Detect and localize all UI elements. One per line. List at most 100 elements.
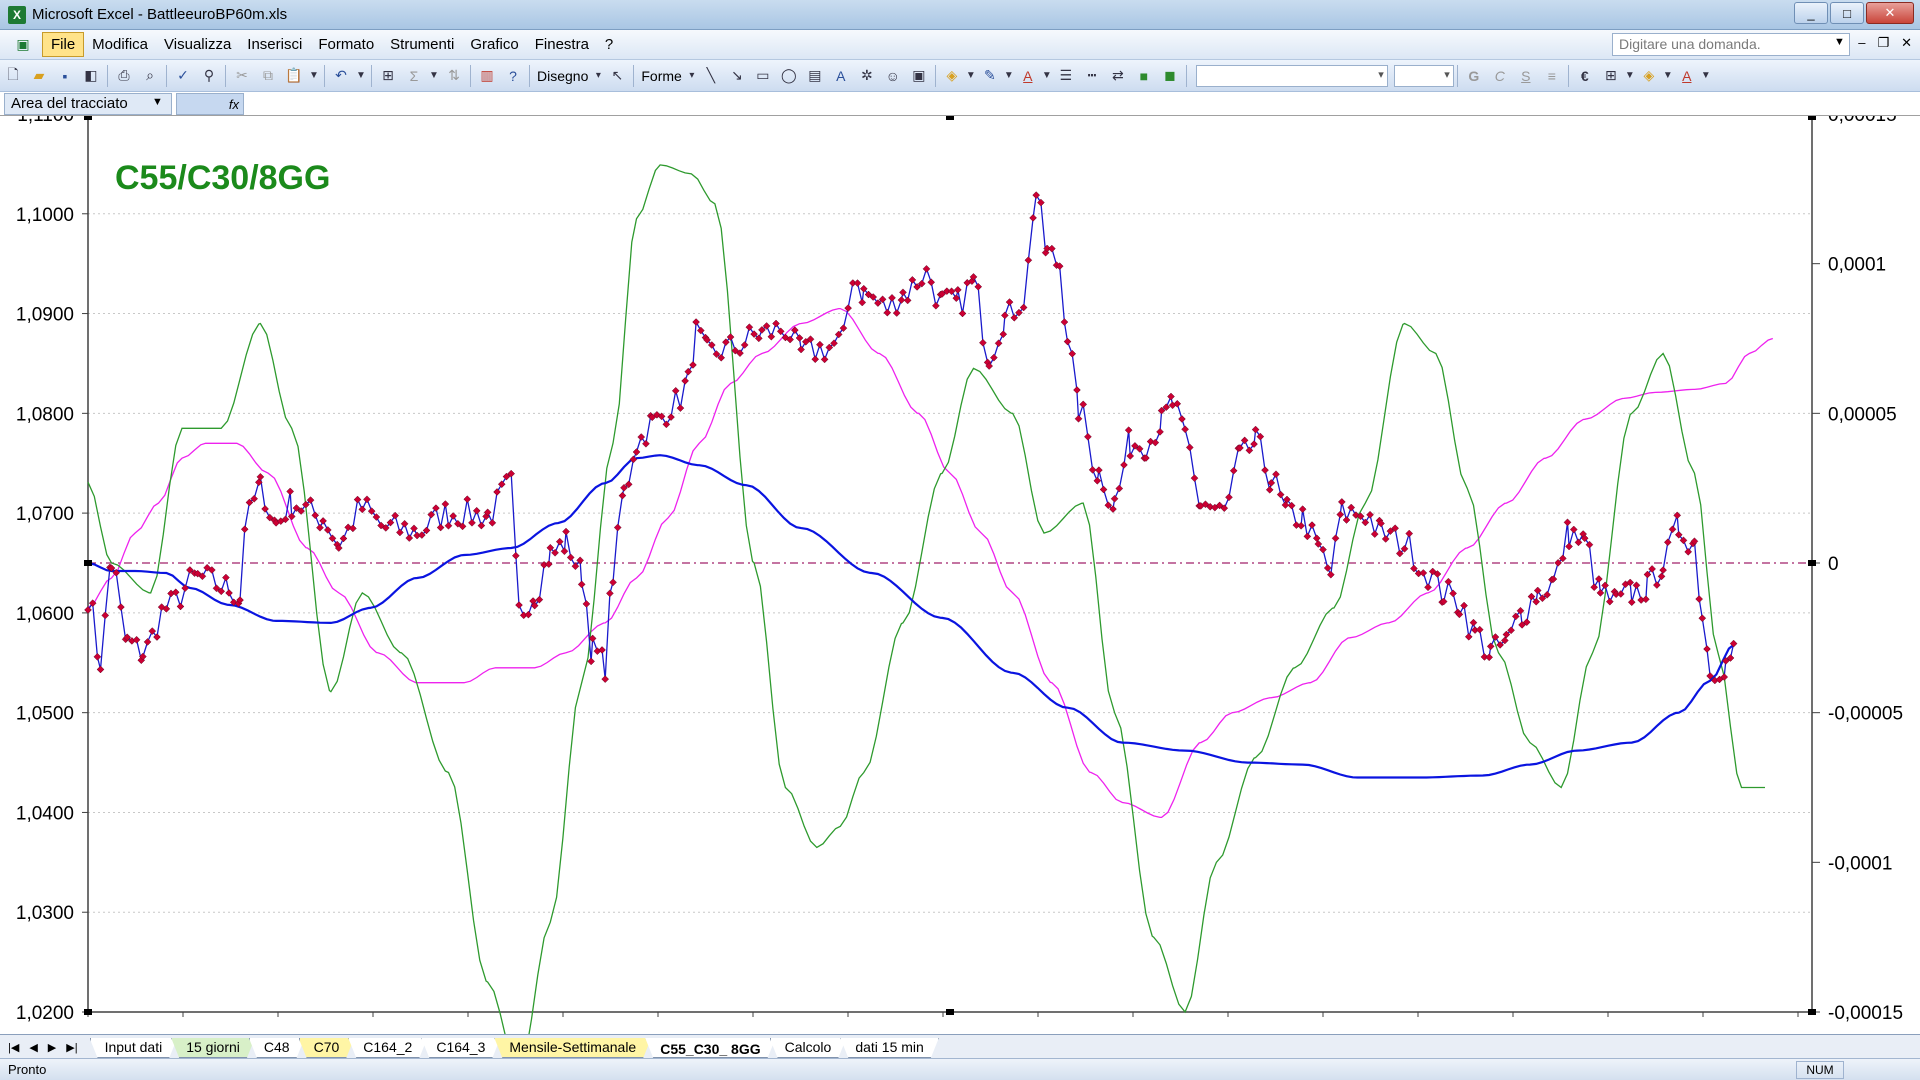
menu-strumenti[interactable]: Strumenti (382, 33, 462, 56)
chevron-down-icon[interactable]: ▼ (1834, 36, 1845, 48)
print-preview-icon[interactable]: ⌕ (137, 64, 163, 88)
line-style-icon[interactable]: ☰ (1053, 64, 1079, 88)
function-button[interactable]: fx (176, 93, 244, 115)
picture-icon[interactable]: ▣ (906, 64, 932, 88)
last-sheet-icon[interactable]: ▶| (66, 1041, 77, 1054)
chevron-down-icon[interactable]: ▼ (427, 64, 441, 88)
resize-handle[interactable] (1808, 1009, 1816, 1015)
new-icon[interactable]: 🗋 (0, 64, 26, 88)
next-sheet-icon[interactable]: ▶ (48, 1041, 56, 1054)
sheet-tab[interactable]: dati 15 min (840, 1038, 938, 1058)
resize-handle[interactable] (1808, 116, 1816, 120)
fill-color-icon[interactable]: ◈ (1636, 64, 1662, 88)
chevron-down-icon[interactable]: ▾ (592, 64, 604, 88)
chevron-down-icon[interactable]: ▼ (152, 96, 163, 108)
chevron-down-icon[interactable]: ▼ (307, 64, 321, 88)
save-icon[interactable]: ▪ (52, 64, 78, 88)
font-color-icon[interactable]: A (1015, 64, 1041, 88)
chart-title[interactable]: C55/C30/8GG (115, 159, 330, 197)
arrow-icon[interactable]: ↘ (724, 64, 750, 88)
undo-icon[interactable]: ↶ (328, 64, 354, 88)
resize-handle[interactable] (946, 1009, 954, 1015)
permission-icon[interactable]: ◧ (78, 64, 104, 88)
resize-handle[interactable] (84, 116, 92, 120)
clipart-icon[interactable]: ☺ (880, 64, 906, 88)
maximize-button[interactable]: □ (1830, 2, 1864, 24)
underline-icon[interactable]: S (1513, 64, 1539, 88)
minimize-button[interactable]: _ (1794, 2, 1828, 24)
resize-handle[interactable] (946, 116, 954, 120)
resize-handle[interactable] (84, 560, 92, 566)
menu-modifica[interactable]: Modifica (84, 33, 156, 56)
shapes-menu[interactable]: Forme (637, 68, 685, 84)
sheet-tab[interactable]: Calcolo (770, 1038, 847, 1058)
excel-app-icon[interactable]: X (8, 5, 26, 24)
font-size-select[interactable] (1393, 64, 1454, 87)
spelling-icon[interactable]: ✓ (170, 64, 196, 88)
menu-grafico[interactable]: Grafico (462, 33, 526, 56)
menu-visualizza[interactable]: Visualizza (156, 33, 239, 56)
paste-icon[interactable]: 📋 (281, 64, 307, 88)
wordart-icon[interactable]: A (828, 64, 854, 88)
mdi-close-button[interactable]: ✕ (1901, 35, 1912, 51)
select-objects-icon[interactable]: ↖ (604, 64, 630, 88)
mdi-minimize-button[interactable]: – (1858, 35, 1865, 51)
shadow-icon[interactable]: ■ (1131, 64, 1157, 88)
sheet-tab[interactable]: C164_2 (348, 1038, 427, 1058)
chevron-down-icon[interactable]: ▼ (965, 64, 977, 88)
close-button[interactable]: ✕ (1866, 2, 1914, 24)
autosum-icon[interactable]: Σ (401, 64, 427, 88)
menu-help[interactable]: ? (597, 33, 621, 56)
sheet-tab[interactable]: C48 (249, 1038, 305, 1058)
chevron-down-icon[interactable]: ▼ (354, 64, 368, 88)
chart-area[interactable]: 1,0200 1,0300 1,0400 1,0500 1,0600 1,0700 1,08… (0, 116, 1920, 1034)
sort-icon[interactable]: ⇅ (441, 64, 467, 88)
sheet-tab[interactable]: Mensile-Settimanale (494, 1038, 651, 1058)
cut-icon[interactable]: ✂ (229, 64, 255, 88)
resize-handle[interactable] (1808, 560, 1816, 566)
align-icon[interactable]: ≡ (1539, 64, 1565, 88)
menu-formato[interactable]: Formato (310, 33, 382, 56)
chevron-down-icon[interactable]: ▼ (1662, 64, 1674, 88)
hyperlink-icon[interactable]: ⊞ (375, 64, 401, 88)
menu-finestra[interactable]: Finestra (527, 33, 597, 56)
menu-file[interactable]: File (42, 32, 85, 57)
prev-sheet-icon[interactable]: ◀ (29, 1041, 37, 1054)
chevron-down-icon[interactable]: ▼ (1041, 64, 1053, 88)
document-icon[interactable]: ▣ (10, 33, 36, 57)
mdi-restore-button[interactable]: ❐ (1877, 35, 1889, 51)
font-color-icon[interactable]: A (1674, 64, 1700, 88)
sheet-tab[interactable]: C70 (299, 1038, 355, 1058)
diagram-icon[interactable]: ✲ (854, 64, 880, 88)
print-icon[interactable]: ⎙ (111, 64, 137, 88)
menu-inserisci[interactable]: Inserisci (239, 33, 310, 56)
rectangle-icon[interactable]: ▭ (750, 64, 776, 88)
font-name-select[interactable] (1195, 64, 1388, 87)
sheet-tab[interactable]: C55_C30_ 8GG (645, 1038, 775, 1058)
line-color-icon[interactable]: ✎ (977, 64, 1003, 88)
research-icon[interactable]: ⚲ (196, 64, 222, 88)
oval-icon[interactable]: ◯ (776, 64, 802, 88)
copy-icon[interactable]: ⧉ (255, 64, 281, 88)
help-icon[interactable]: ? (500, 64, 526, 88)
ask-question-input[interactable]: Digitare una domanda. (1612, 33, 1850, 56)
sheet-tab[interactable]: Input dati (90, 1038, 178, 1058)
sheet-tab[interactable]: 15 giorni (171, 1038, 255, 1058)
line-icon[interactable]: ╲ (698, 64, 724, 88)
dash-style-icon[interactable]: ┅ (1079, 64, 1105, 88)
chevron-down-icon[interactable]: ▼ (1624, 64, 1636, 88)
resize-handle[interactable] (84, 1009, 92, 1015)
draw-menu[interactable]: Disegno (533, 68, 592, 84)
arrow-style-icon[interactable]: ⇄ (1105, 64, 1131, 88)
fill-color-icon[interactable]: ◈ (939, 64, 965, 88)
sheet-tab[interactable]: C164_3 (421, 1038, 500, 1058)
chevron-down-icon[interactable]: ▾ (686, 64, 698, 88)
3d-icon[interactable]: ◼ (1157, 64, 1183, 88)
italic-icon[interactable]: C (1487, 64, 1513, 88)
bold-icon[interactable]: G (1461, 64, 1487, 88)
chevron-down-icon[interactable]: ▼ (1700, 64, 1712, 88)
chevron-down-icon[interactable]: ▼ (1003, 64, 1015, 88)
borders-icon[interactable]: ⊞ (1598, 64, 1624, 88)
open-icon[interactable]: ▰ (26, 64, 52, 88)
chart-wizard-icon[interactable]: ▥ (474, 64, 500, 88)
